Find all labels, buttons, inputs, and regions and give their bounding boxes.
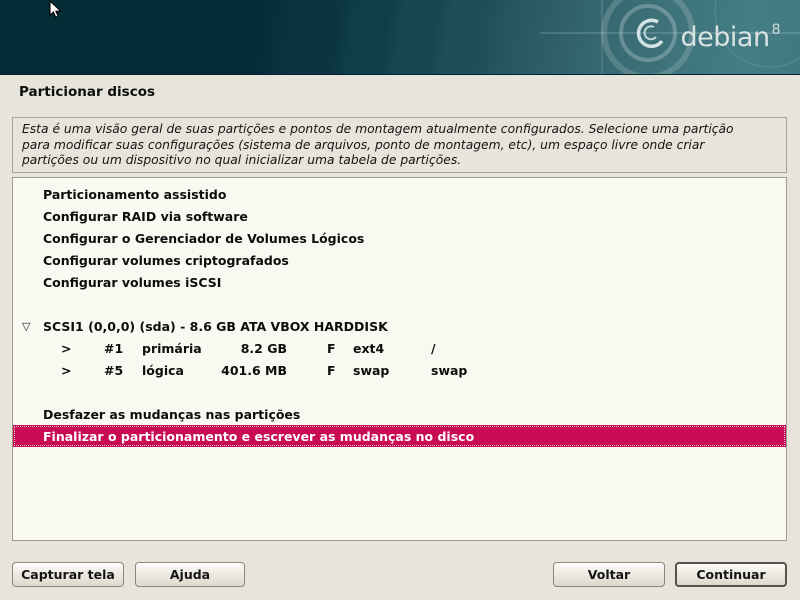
brand-name: debian — [681, 22, 770, 53]
item-guided-partitioning[interactable]: Particionamento assistido — [13, 183, 786, 205]
child-marker-icon: > — [61, 363, 104, 378]
screenshot-button[interactable]: Capturar tela — [12, 562, 124, 587]
expander-down-icon[interactable]: ▽ — [22, 320, 43, 333]
item-undo-changes[interactable]: Desfazer as mudanças nas partições — [13, 403, 786, 425]
partition-flag: F — [327, 341, 353, 356]
description-line: partições ou um dispositivo no qual inic… — [22, 153, 777, 169]
partition-size: 401.6 MB — [205, 363, 287, 378]
help-button[interactable]: Ajuda — [135, 562, 245, 587]
mouse-cursor-icon — [48, 0, 63, 19]
description-line: para modificar suas configurações (siste… — [22, 138, 777, 154]
description-box: Esta é uma visão geral de suas partições… — [12, 117, 787, 173]
list-spacer — [13, 381, 786, 403]
partition-number: #1 — [104, 341, 142, 356]
item-partition-1[interactable]: > #1 primária 8.2 GB F ext4 / — [13, 337, 786, 359]
description-line: Esta é uma visão geral de suas partições… — [22, 122, 777, 138]
debian-installer-window: debian8 Particionar discos Esta é uma vi… — [0, 0, 800, 600]
partition-number: #5 — [104, 363, 142, 378]
partition-mountpoint: swap — [431, 363, 467, 378]
partition-type: lógica — [142, 363, 205, 378]
item-lvm[interactable]: Configurar o Gerenciador de Volumes Lógi… — [13, 227, 786, 249]
back-button[interactable]: Voltar — [553, 562, 665, 587]
partition-type: primária — [142, 341, 205, 356]
installer-banner: debian8 — [0, 0, 800, 75]
partition-flag: F — [327, 363, 353, 378]
partition-list: Particionamento assistido Configurar RAI… — [12, 177, 787, 541]
item-iscsi-volumes[interactable]: Configurar volumes iSCSI — [13, 271, 786, 293]
debian-wordmark: debian8 — [681, 22, 778, 53]
item-software-raid[interactable]: Configurar RAID via software — [13, 205, 786, 227]
item-finish-partitioning[interactable]: Finalizar o particionamento e escrever a… — [13, 425, 786, 447]
partition-filesystem: ext4 — [353, 341, 431, 356]
item-disk-sda[interactable]: ▽ SCSI1 (0,0,0) (sda) - 8.6 GB ATA VBOX … — [13, 315, 786, 337]
partition-filesystem: swap — [353, 363, 431, 378]
item-partition-5[interactable]: > #5 lógica 401.6 MB F swap swap — [13, 359, 786, 381]
continue-button[interactable]: Continuar — [675, 562, 787, 587]
list-spacer — [13, 293, 786, 315]
page-title: Particionar discos — [19, 84, 155, 100]
brand-version: 8 — [772, 22, 780, 38]
partition-size: 8.2 GB — [205, 341, 287, 356]
item-encrypted-volumes[interactable]: Configurar volumes criptografados — [13, 249, 786, 271]
partition-mountpoint: / — [431, 341, 436, 356]
disk-label: SCSI1 (0,0,0) (sda) - 8.6 GB ATA VBOX HA… — [43, 319, 388, 334]
child-marker-icon: > — [61, 341, 104, 356]
